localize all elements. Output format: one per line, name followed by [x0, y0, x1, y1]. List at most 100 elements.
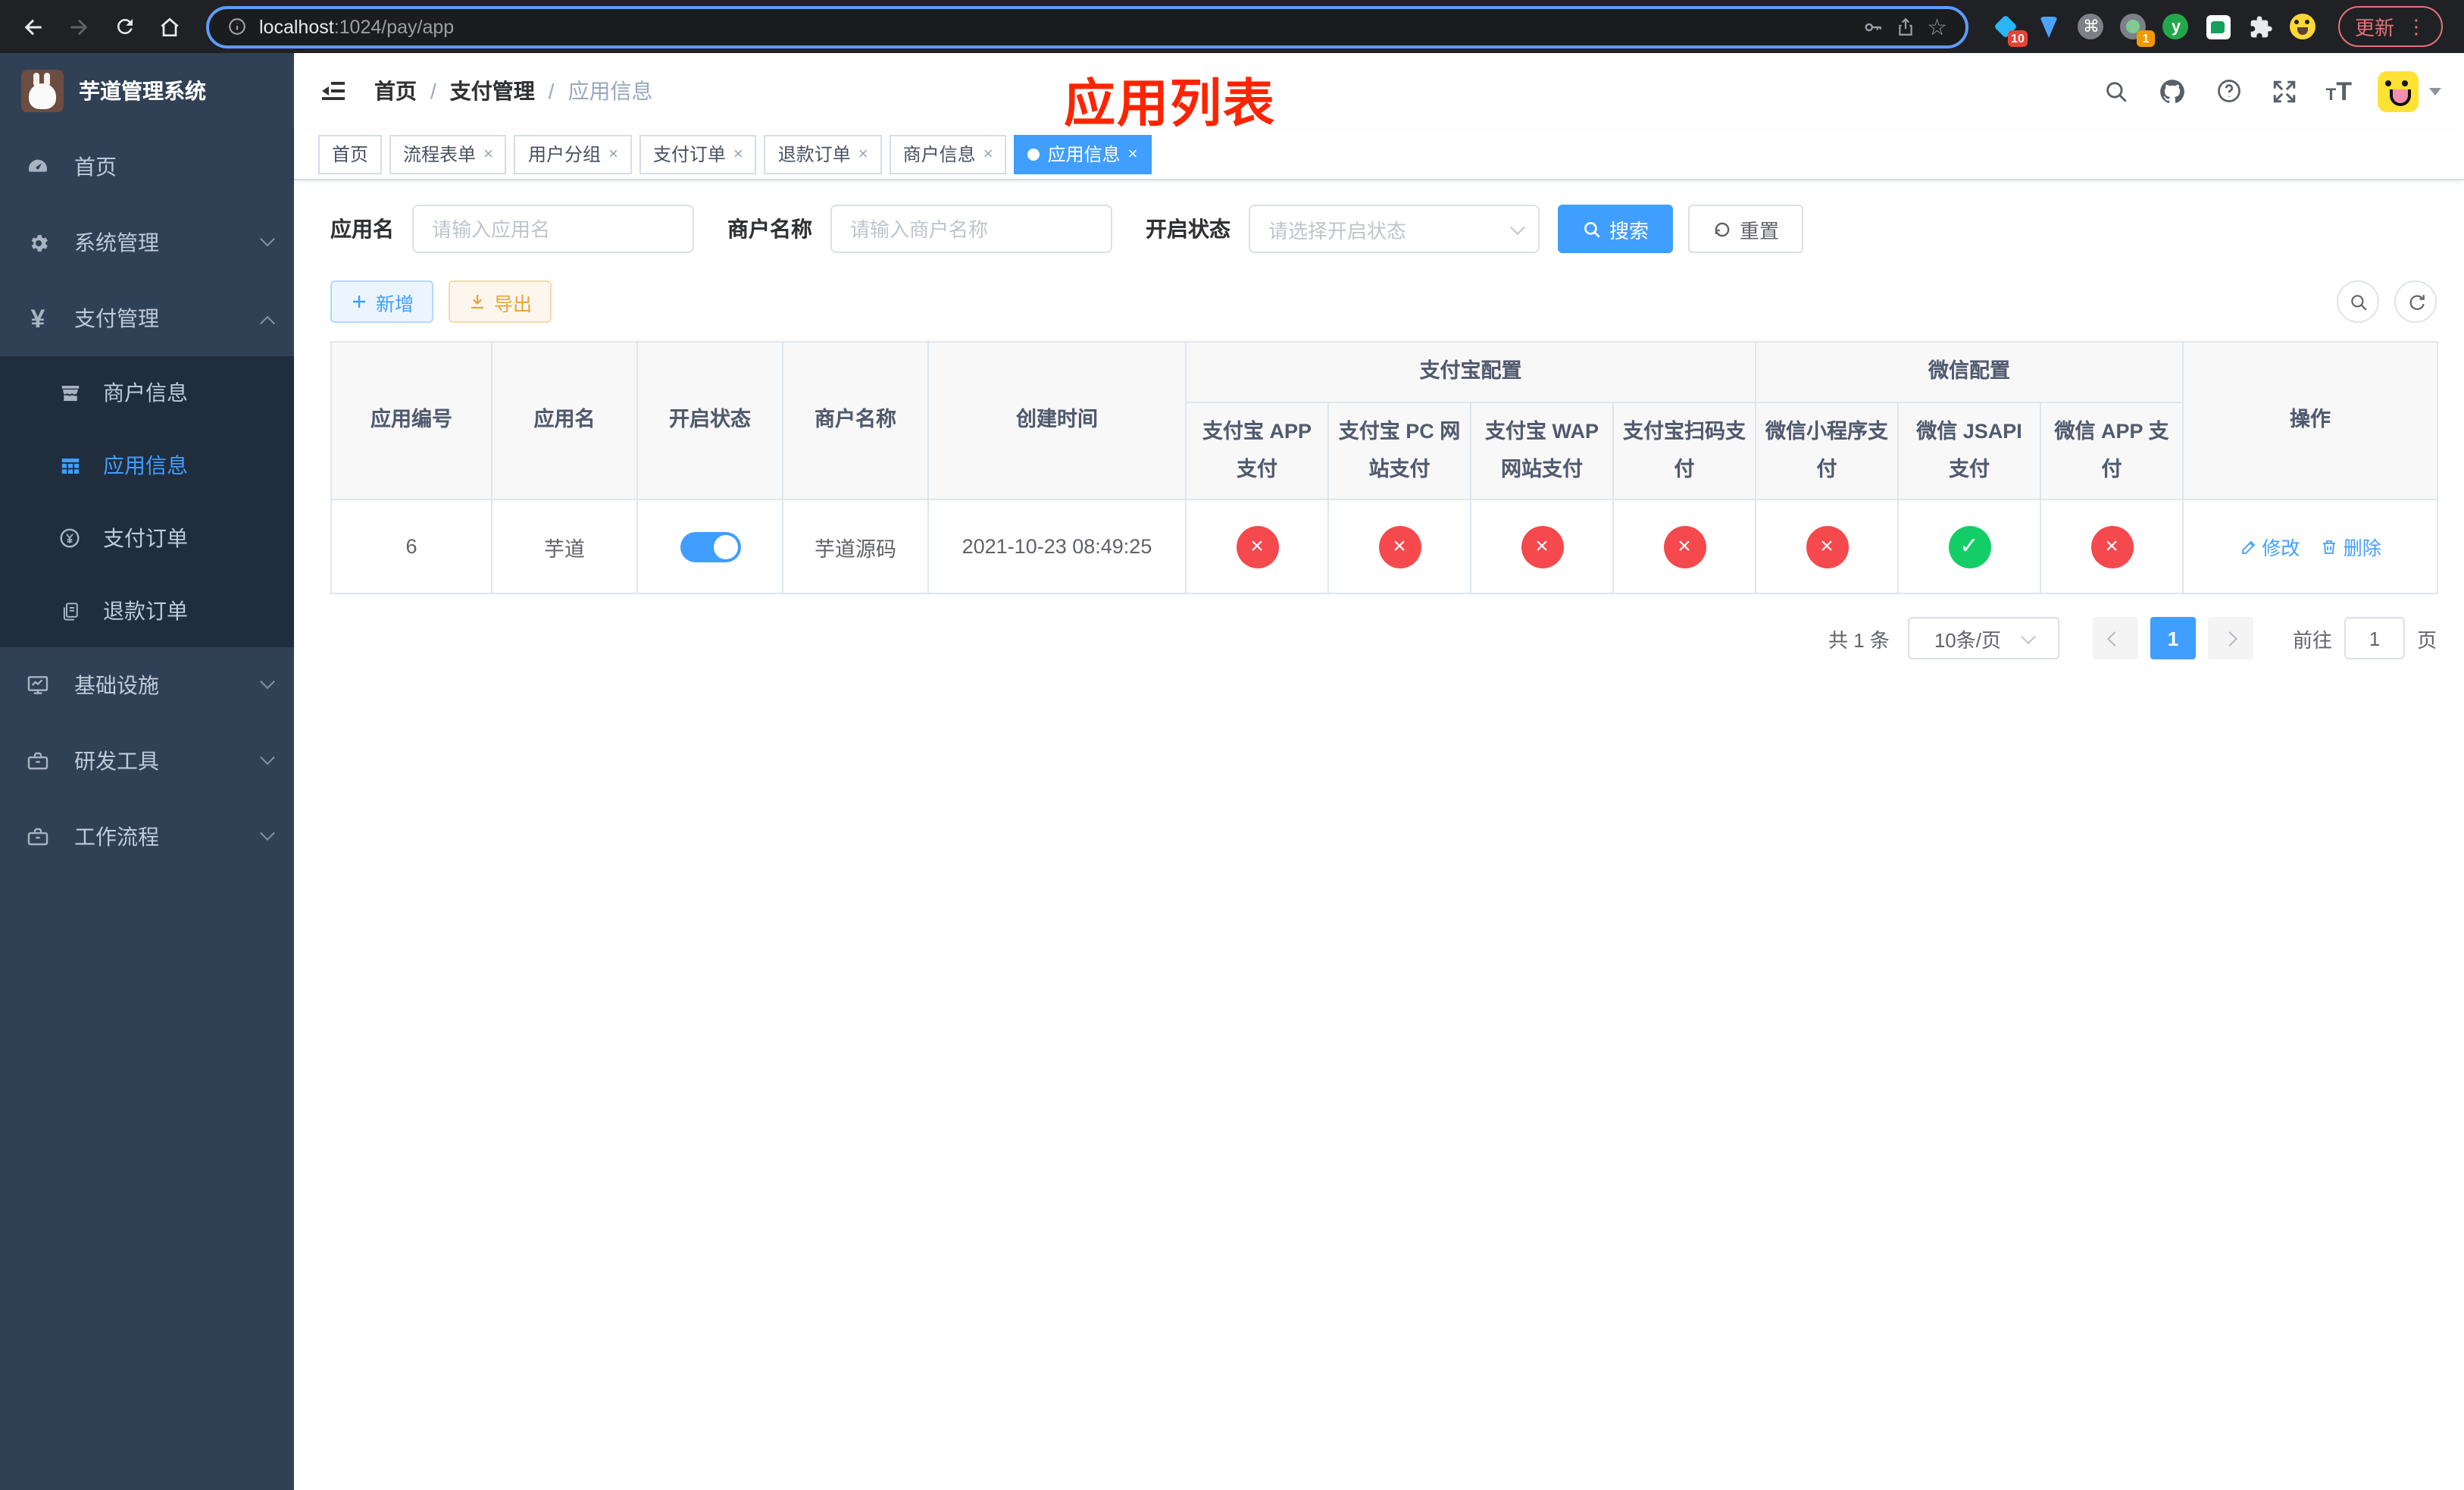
forward-button-icon[interactable] [61, 8, 97, 45]
back-button-icon[interactable] [15, 8, 52, 45]
sidebar-item-workflow[interactable]: 工作流程 [0, 799, 294, 875]
delete-link[interactable]: 删除 [2321, 532, 2381, 561]
extension-kite-icon[interactable] [2035, 13, 2062, 40]
table-row: 6 芋道 芋道源码 2021-10-23 08:49:25 × × × × × … [330, 499, 2439, 594]
font-size-icon[interactable]: TT [2326, 78, 2352, 104]
reload-button-icon[interactable] [106, 8, 142, 45]
user-avatar-menu[interactable] [2378, 70, 2441, 111]
tab-pay-order[interactable]: 支付订单 × [639, 134, 757, 174]
browser-profile-avatar[interactable] [2290, 13, 2317, 40]
extension-badge: 1 [2136, 30, 2155, 46]
user-avatar [2378, 70, 2419, 111]
logo-avatar [21, 70, 64, 112]
status-icon-alipay-qr: × [1663, 525, 1706, 568]
extension-chat-icon[interactable] [2205, 13, 2232, 40]
password-key-icon[interactable] [1862, 16, 1883, 37]
col-app-id: 应用编号 [330, 341, 492, 500]
search-button[interactable]: 搜索 [1558, 205, 1674, 253]
sidebar-item-pay-order[interactable]: 支付订单 [0, 502, 294, 574]
active-dot [1027, 148, 1040, 160]
goto-label: 前往 [2292, 628, 2332, 651]
add-button[interactable]: 新增 [330, 280, 434, 323]
help-icon[interactable] [2214, 76, 2244, 106]
status-icon-wx-app: × [2090, 525, 2133, 568]
edit-link[interactable]: 修改 [2239, 532, 2300, 561]
sidebar-item-merchant-info[interactable]: 商户信息 [0, 356, 294, 429]
sidebar-item-home[interactable]: 首页 [0, 129, 294, 205]
url-text: localhost:1024/pay/app [259, 16, 455, 37]
sidebar-item-system[interactable]: 系统管理 [0, 205, 294, 280]
app-name-label: 应用名 [330, 217, 394, 241]
payment-submenu: 商户信息 应用信息 支付订单 退款订单 [0, 356, 294, 647]
sidebar-item-dev-tools[interactable]: 研发工具 [0, 723, 294, 799]
screenshot-root: localhost:1024/pay/app ☆ 10 ⌘ 1 y 更新 ⋮ 芋… [0, 0, 2464, 1490]
status-select[interactable]: 请选择开启状态 [1249, 205, 1540, 253]
app-name-input[interactable] [412, 205, 694, 253]
extension-tab-manager-icon[interactable]: 1 [2120, 13, 2155, 46]
browser-update-button[interactable]: 更新 ⋮ [2337, 6, 2443, 47]
sidebar-item-refund-order[interactable]: 退款订单 [0, 574, 294, 647]
breadcrumb-home[interactable]: 首页 [374, 76, 417, 106]
breadcrumb-payment[interactable]: 支付管理 [450, 76, 535, 106]
refresh-icon[interactable] [2394, 280, 2437, 323]
next-page-button[interactable] [2207, 617, 2253, 659]
monitor-chart-icon [26, 673, 50, 697]
current-page-button[interactable]: 1 [2150, 617, 2196, 659]
merchant-name-input[interactable] [830, 205, 1112, 253]
dashboard-icon [26, 155, 50, 179]
extension-y-icon[interactable]: y [2162, 13, 2190, 40]
close-icon[interactable]: × [1128, 145, 1138, 163]
tab-process-form[interactable]: 流程表单 × [389, 134, 507, 174]
goto-page-input[interactable] [2344, 617, 2405, 659]
collapse-sidebar-icon[interactable] [317, 74, 350, 108]
tab-merchant-info[interactable]: 商户信息 × [889, 134, 1007, 174]
cell-actions: 修改 删除 [2182, 499, 2439, 594]
sidebar-logo[interactable]: 芋道管理系统 [0, 53, 294, 129]
home-button-icon[interactable] [152, 8, 188, 45]
extension-command-icon[interactable]: ⌘ [2078, 13, 2105, 40]
close-icon[interactable]: × [733, 145, 743, 163]
share-icon[interactable] [1895, 16, 1915, 37]
github-icon[interactable] [2158, 76, 2188, 106]
extension-badge: 10 [2008, 30, 2028, 46]
col-status: 开启状态 [636, 341, 783, 500]
main-area: 应用列表 首页 / 支付管理 / 应用信息 T T 首页 流程表单 × 用户分组… [294, 53, 2464, 1490]
close-icon[interactable]: × [983, 145, 993, 163]
tab-app-info[interactable]: 应用信息 × [1014, 134, 1152, 174]
prev-page-button[interactable] [2092, 617, 2138, 659]
browser-menu-icon[interactable]: ⋮ [2406, 14, 2426, 39]
col-alipay-qr: 支付宝扫码支付 [1612, 402, 1756, 500]
extensions-puzzle-icon[interactable] [2247, 13, 2275, 40]
close-icon[interactable]: × [608, 145, 618, 163]
col-actions: 操作 [2182, 341, 2439, 500]
sidebar-item-payment[interactable]: ¥ 支付管理 [0, 280, 294, 356]
extension-pin-icon[interactable]: 10 [1993, 13, 2028, 46]
sidebar-item-infra[interactable]: 基础设施 [0, 647, 294, 723]
toggle-search-icon[interactable] [2337, 280, 2379, 323]
close-icon[interactable]: × [858, 145, 868, 163]
sidebar-item-app-info[interactable]: 应用信息 [0, 429, 294, 502]
topbar-actions: TT [2102, 70, 2441, 111]
page-size-select[interactable]: 10条/页 [1907, 617, 2059, 659]
extensions-cluster: 10 ⌘ 1 y 更新 ⋮ [1987, 6, 2449, 47]
bookmark-star-icon[interactable]: ☆ [1927, 13, 1947, 40]
address-bar[interactable]: localhost:1024/pay/app ☆ [206, 5, 1968, 48]
col-wx-mini: 微信小程序支付 [1755, 402, 1899, 500]
reset-button[interactable]: 重置 [1688, 205, 1804, 253]
table-toolbar: 新增 导出 [330, 280, 2437, 323]
caret-down-icon [2429, 87, 2441, 95]
close-icon[interactable]: × [483, 145, 493, 163]
fullscreen-icon[interactable] [2270, 76, 2300, 106]
search-icon[interactable] [2102, 76, 2132, 106]
col-wx-app: 微信 APP 支付 [2039, 402, 2184, 500]
yen-icon: ¥ [30, 304, 45, 333]
enabled-switch[interactable] [680, 531, 740, 562]
tab-refund-order[interactable]: 退款订单 × [764, 134, 882, 174]
yen-circle-icon [58, 526, 82, 550]
tab-user-group[interactable]: 用户分组 × [514, 134, 632, 174]
tab-home[interactable]: 首页 [318, 134, 383, 174]
site-info-icon[interactable] [227, 17, 247, 36]
export-button[interactable]: 导出 [449, 280, 552, 323]
merchant-name-label: 商户名称 [727, 217, 812, 241]
gear-icon [26, 230, 50, 255]
